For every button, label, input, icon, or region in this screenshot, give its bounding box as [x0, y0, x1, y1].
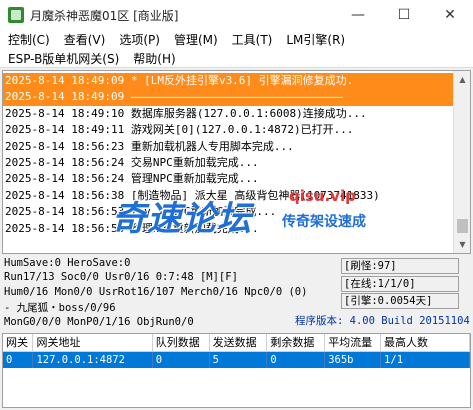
- menu-lm-engine[interactable]: LM引擎(R): [282, 31, 349, 48]
- scroll-down-icon[interactable]: ▼: [454, 236, 470, 253]
- log-scrollbar[interactable]: ▲ ▼: [453, 71, 470, 253]
- menu-help[interactable]: 帮助(H): [129, 50, 179, 67]
- minimize-button[interactable]: —: [335, 0, 381, 30]
- col-max-users[interactable]: 最高人数: [380, 334, 470, 352]
- watermark-main: 奇速论坛: [112, 199, 252, 239]
- status-line-run: Run17/13 Soc0/0 Usr0/16 0:7:48 [M][F]: [4, 271, 238, 283]
- gateway-table[interactable]: 网关 网关地址 队列数据 发送数据 剩余数据 平均流量 最高人数 0 127.0…: [2, 333, 471, 408]
- cell-max-users: 1/1: [380, 351, 470, 368]
- status-line-hum: Hum0/16 Mon0/0 UsrRot16/107 Merch0/16 Np…: [4, 286, 308, 298]
- watermark-sub: 传奇架设速成: [282, 214, 366, 230]
- cell-remaining: 0: [266, 351, 326, 368]
- watermark: 奇速论坛 qisu.vip 传奇架设速成: [112, 183, 432, 239]
- refresh-monster-box: [刷怪:97]: [341, 258, 459, 274]
- cell-sent: 5: [209, 351, 268, 368]
- engine-box: [引擎:0.0054天]: [341, 293, 459, 309]
- col-sent-data[interactable]: 发送数据: [209, 334, 268, 352]
- cell-address: 127.0.0.1:4872: [32, 351, 153, 368]
- menu-row-1: 控制(C) 查看(V) 选项(P) 管理(M) 工具(T) LM引擎(R): [0, 30, 473, 49]
- col-avg-traffic[interactable]: 平均流量: [324, 334, 382, 352]
- col-gateway[interactable]: 网关: [3, 334, 34, 352]
- maximize-button[interactable]: ☐: [381, 0, 427, 30]
- col-remaining-data[interactable]: 剩余数据: [266, 334, 326, 352]
- menu-view[interactable]: 查看(V): [60, 31, 110, 48]
- log-line: 2025-8-14 18:49:09 * [LM反外挂引擎v3.6] 引擎漏洞修…: [3, 73, 454, 90]
- program-version: 程序版本: 4.00 Build 20151104: [295, 313, 470, 328]
- watermark-url: qisu.vip: [289, 187, 356, 205]
- status-panel: HumSave:0 HeroSave:0 Run17/13 Soc0/0 Usr…: [0, 255, 473, 333]
- window-title: 月魔杀神恶魔01区 [商业版]: [30, 8, 179, 23]
- menu-row-2: ESP-B版单机网关(S) 帮助(H): [0, 49, 473, 68]
- log-line: 2025-8-14 18:56:24 交易NPC重新加载完成...: [5, 155, 259, 169]
- status-line-save: HumSave:0 HeroSave:0: [4, 257, 131, 269]
- title-bar: 月魔杀神恶魔01区 [商业版] — ☐ ✕: [0, 0, 473, 30]
- table-header-row: 网关 网关地址 队列数据 发送数据 剩余数据 平均流量 最高人数: [3, 334, 470, 352]
- menu-options[interactable]: 选项(P): [115, 31, 164, 48]
- scroll-thumb[interactable]: [457, 219, 468, 233]
- log-line: 2025-8-14 18:56:23 重新加载机器人专用脚本完成...: [5, 139, 294, 153]
- scroll-up-icon[interactable]: ▲: [454, 71, 470, 88]
- log-line: 2025-8-14 18:49:09 —————————————————————…: [3, 89, 454, 106]
- col-queue-data[interactable]: 队列数据: [152, 334, 210, 352]
- version-value: 4.00 Build 20151104: [349, 315, 470, 327]
- cell-queue: 0: [152, 351, 210, 368]
- log-line: 2025-8-14 18:49:10 数据库服务器(127.0.0.1:6008…: [5, 106, 367, 120]
- status-line-boss: - 九尾狐・boss/0/96: [4, 302, 116, 314]
- menu-bar: 控制(C) 查看(V) 选项(P) 管理(M) 工具(T) LM引擎(R) ES…: [0, 30, 473, 68]
- table-row[interactable]: 0 127.0.0.1:4872 0 5 0 365b 1/1: [3, 351, 470, 368]
- app-icon: [8, 7, 24, 23]
- menu-gateway[interactable]: ESP-B版单机网关(S): [4, 50, 123, 67]
- menu-control[interactable]: 控制(C): [4, 31, 54, 48]
- status-line-mon: MonG0/0/0 MonP0/1/16 ObjRun0/0: [4, 316, 194, 328]
- cell-gateway: 0: [3, 351, 34, 368]
- menu-manage[interactable]: 管理(M): [170, 31, 222, 48]
- close-button[interactable]: ✕: [427, 0, 473, 30]
- col-gateway-address[interactable]: 网关地址: [32, 334, 153, 352]
- log-line: 2025-8-14 18:49:11 游戏网关[0](127.0.0.1:487…: [5, 123, 354, 137]
- online-box: [在线:1/1/0]: [341, 276, 459, 292]
- window-controls: — ☐ ✕: [335, 0, 473, 30]
- menu-tools[interactable]: 工具(T): [228, 31, 277, 48]
- cell-avg-traffic: 365b: [324, 351, 382, 368]
- version-label: 程序版本:: [295, 315, 344, 327]
